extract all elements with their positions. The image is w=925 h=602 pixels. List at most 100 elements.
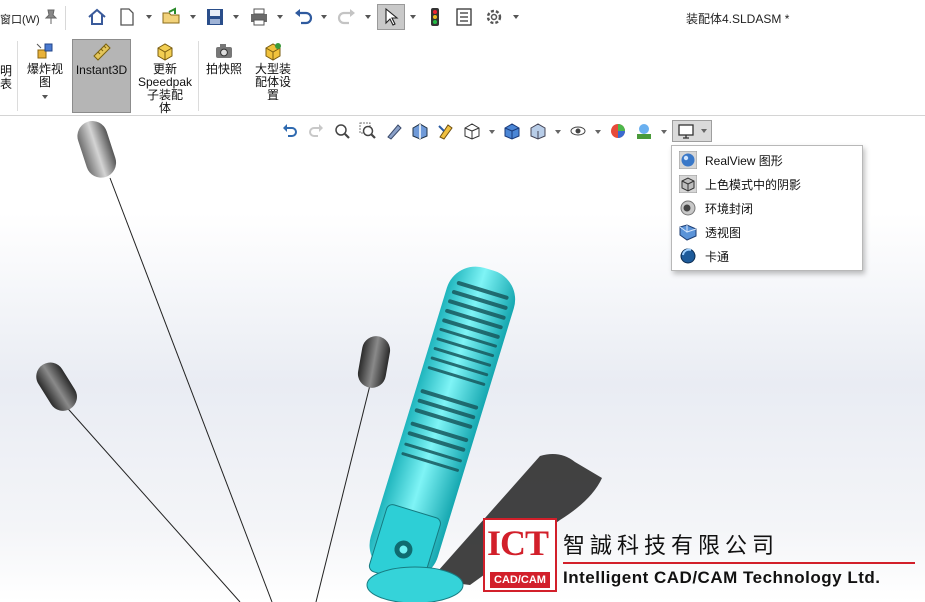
exploded-view-caret[interactable] [42,95,48,99]
hide-show-items-button[interactable] [528,120,548,142]
display-style-caret[interactable] [555,130,561,134]
ambient-occlusion-icon [680,200,696,216]
save-dropdown-caret[interactable] [233,15,239,19]
redo-button[interactable] [336,6,358,28]
rebuild-button[interactable] [424,6,446,28]
zoom-to-area-button[interactable] [358,120,378,142]
open-button[interactable] [160,6,182,28]
annotation-icon [438,124,453,140]
apply-scene-button[interactable] [634,120,654,142]
model-base [366,566,464,602]
logo-divider [563,562,915,564]
light-cap-right [357,336,391,388]
view-settings-button[interactable] [672,120,712,142]
previous-view-icon [283,124,297,137]
menu-item-cartoon[interactable]: 卡通 [672,244,862,268]
instant3d-ruler-icon [92,43,111,61]
menu-item-label: 上色模式中的阴影 [705,177,802,192]
next-view-button[interactable] [306,120,326,142]
partial-command-button[interactable]: 明 表 [0,39,14,113]
select-button[interactable] [377,4,405,30]
speedpak-label-4: 体 [158,101,171,115]
previous-view-button[interactable] [280,120,300,142]
instant3d-button[interactable]: Instant3D [72,39,131,113]
pin-icon[interactable] [44,9,58,25]
view-orientation-caret[interactable] [489,130,495,134]
monitor-icon [678,124,694,139]
ict-logo-mark: ICT CAD/CAM [483,518,557,592]
window-menu[interactable]: 窗口(W) [0,11,40,27]
large-assembly-label-3: 置 [266,88,279,102]
zoom-to-fit-button[interactable] [332,120,352,142]
large-assembly-icon [265,43,281,61]
home-button[interactable] [86,6,108,28]
logo-sub-text: CAD/CAM [490,572,550,588]
new-dropdown-caret[interactable] [146,15,152,19]
shaded-cube-icon [504,123,520,140]
save-button[interactable] [204,6,226,28]
printer-icon [251,8,267,26]
menu-item-realview[interactable]: RealView 图形 [672,148,862,172]
menu-item-perspective[interactable]: 透视图 [672,220,862,244]
company-watermark: ICT CAD/CAM 智誠科技有限公司 Intelligent CAD/CAM… [483,518,923,598]
undo-button[interactable] [292,6,314,28]
snapshot-label: 拍快照 [205,62,242,76]
options-button[interactable] [483,6,505,28]
edit-appearance-button[interactable] [608,120,628,142]
options-dropdown-caret[interactable] [513,15,519,19]
camera-icon [216,44,232,58]
connector-line [109,177,273,602]
undo-icon [295,9,313,25]
redo-dropdown-caret[interactable] [365,15,371,19]
partial-label-2: 表 [0,77,13,91]
previous-section-button[interactable] [384,120,404,142]
title-bar: 窗口(W) 装配体4.SLDASM * [0,0,925,36]
hide-items-button[interactable] [568,120,588,142]
view-orientation-icon [464,123,480,140]
company-chinese-name: 智誠科技有限公司 [563,534,780,559]
appearance-ball-icon [611,124,625,138]
home-icon [88,8,106,25]
take-snapshot-button[interactable]: 拍快照 [202,39,246,113]
menu-item-shadows-in-shaded-mode[interactable]: 上色模式中的阴影 [672,172,862,196]
update-speedpak-button[interactable]: 更新 Speedpak 子装配 体 [136,39,194,115]
print-dropdown-caret[interactable] [277,15,283,19]
print-button[interactable] [248,6,270,28]
menu-item-label: 透视图 [705,225,742,240]
light-cap-top [77,121,117,178]
redo-icon [337,9,355,25]
open-dropdown-caret[interactable] [190,15,196,19]
view-orientation-button[interactable] [462,120,482,142]
save-icon [207,9,223,25]
new-document-icon [120,8,134,26]
document-title: 装配体4.SLDASM * [686,12,790,26]
apply-scene-caret[interactable] [661,130,667,134]
traffic-light-icon [431,8,439,26]
cursor-arrow-icon [385,7,399,26]
select-dropdown-caret[interactable] [410,15,416,19]
file-properties-button[interactable] [453,6,475,28]
view-settings-dropdown: RealView 图形 上色模式中的阴影 环境封闭 透视图 卡通 [671,145,863,271]
light-cap-left [36,362,77,411]
next-view-icon [309,124,323,137]
menu-item-label: 卡通 [705,249,730,264]
perspective-box-icon [679,224,697,241]
large-assembly-settings-button[interactable]: 大型装 配体设 置 [250,39,296,113]
hide-items-caret[interactable] [595,130,601,134]
exploded-view-button[interactable]: 爆炸视 图 [22,39,68,113]
new-document-button[interactable] [116,6,138,28]
display-style-button[interactable] [502,120,522,142]
section-view-button[interactable] [410,120,430,142]
speedpak-assembly-icon [157,43,173,61]
dynamic-annotation-button[interactable] [436,120,456,142]
zoom-fit-icon [335,124,350,139]
file-properties-icon [456,8,472,26]
menu-item-label: RealView 图形 [705,153,783,168]
realview-sphere-icon [679,151,697,169]
view-settings-caret[interactable] [701,129,707,133]
shadow-cube-icon [679,175,697,193]
connector-line [315,384,371,602]
exploded-view-icon [36,43,53,59]
menu-item-ambient-occlusion[interactable]: 环境封闭 [672,196,862,220]
undo-dropdown-caret[interactable] [321,15,327,19]
